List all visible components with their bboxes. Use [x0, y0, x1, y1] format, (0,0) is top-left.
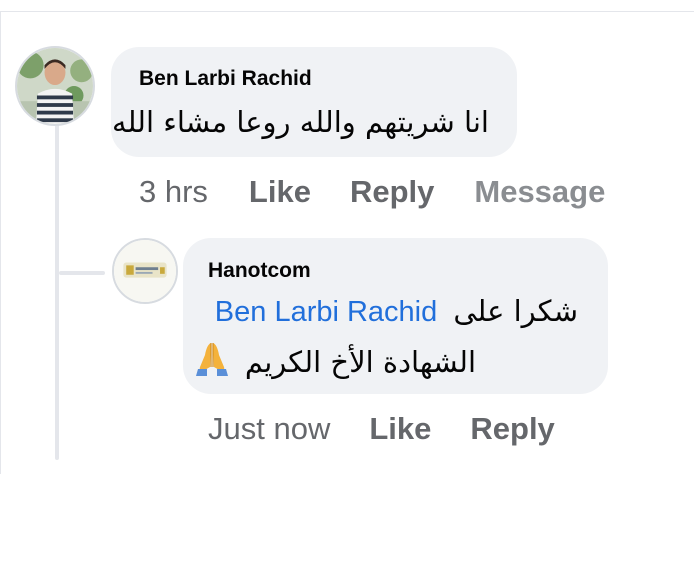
like-button[interactable]: Like [369, 411, 431, 447]
comment-author[interactable]: Ben Larbi Rachid [139, 67, 312, 91]
reply-bubble: Hanotcom Ben Larbi Rachid شكرا على الشها… [183, 238, 608, 394]
avatar[interactable] [15, 46, 95, 126]
folded-hands-icon [193, 340, 231, 378]
divider [0, 12, 1, 474]
comment-bubble: Ben Larbi Rachid انا شريتهم والله روعا م… [111, 47, 517, 157]
avatar[interactable] [112, 238, 178, 304]
page-logo [114, 240, 176, 302]
message-button[interactable]: Message [474, 174, 605, 210]
reply-text: الشهادة الأخ الكريم [244, 345, 476, 379]
comment-timestamp[interactable]: 3 hrs [139, 174, 208, 210]
mention-link[interactable]: Ben Larbi Rachid [215, 296, 437, 328]
comment-thread: Ben Larbi Rachid انا شريتهم والله روعا م… [0, 0, 694, 564]
divider [0, 11, 694, 12]
like-button[interactable]: Like [249, 174, 311, 210]
reply-button[interactable]: Reply [470, 411, 554, 447]
reply-actions: Just now Like Reply [208, 411, 555, 447]
profile-photo [17, 48, 93, 124]
comment-actions: 3 hrs Like Reply Message [139, 174, 605, 210]
reply-author[interactable]: Hanotcom [208, 259, 311, 283]
thread-line [55, 124, 59, 460]
thread-branch [59, 271, 105, 275]
reply-text-line: Ben Larbi Rachid شكرا على [215, 294, 578, 329]
reply-button[interactable]: Reply [350, 174, 434, 210]
reply-text: شكرا على [453, 294, 578, 328]
reply-text-line: الشهادة الأخ الكريم [193, 340, 476, 380]
comment-text: انا شريتهم والله روعا مشاء الله [112, 105, 489, 139]
reply-timestamp[interactable]: Just now [208, 411, 330, 447]
